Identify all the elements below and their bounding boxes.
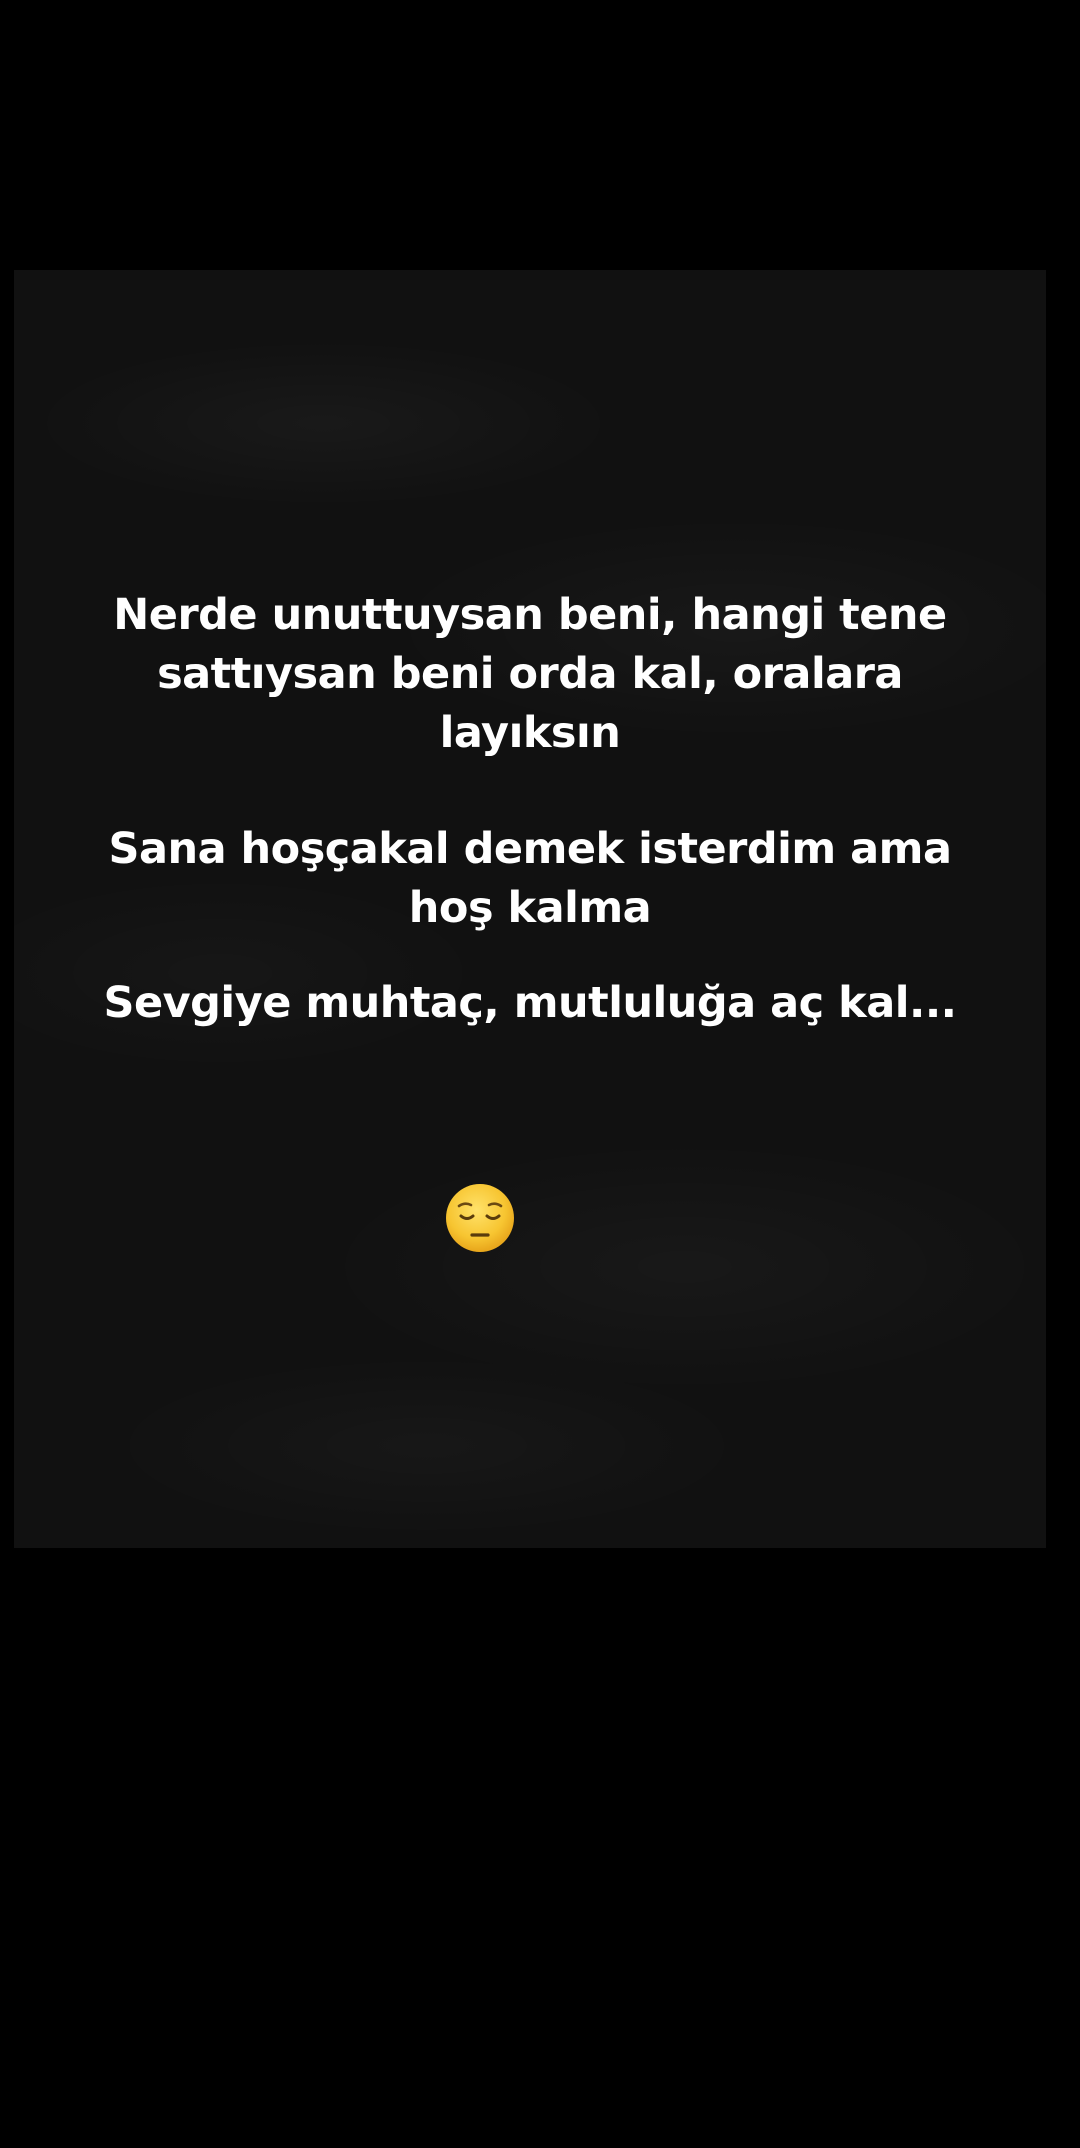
quote-paragraph-3: Sevgiye muhtaç, mutluluğa aç kal... xyxy=(14,974,1046,1033)
story-card: Nerde unuttuysan beni, hangi tene sattıy… xyxy=(14,270,1046,1548)
quote-line: sattıysan beni orda kal, oralara xyxy=(157,649,903,699)
quote-line: Sevgiye muhtaç, mutluluğa aç kal... xyxy=(103,978,957,1028)
quote-paragraph-2: Sana hoşçakal demek isterdim ama hoş kal… xyxy=(14,820,1046,938)
quote-line: hoş kalma xyxy=(408,883,652,933)
quote-line: layıksın xyxy=(439,708,621,758)
quote-line: Sana hoşçakal demek isterdim ama xyxy=(108,824,952,874)
quote-line: Nerde unuttuysan beni, hangi tene xyxy=(113,590,947,640)
quote-paragraph-1: Nerde unuttuysan beni, hangi tene sattıy… xyxy=(14,586,1046,763)
pensive-face-icon xyxy=(446,1184,514,1252)
